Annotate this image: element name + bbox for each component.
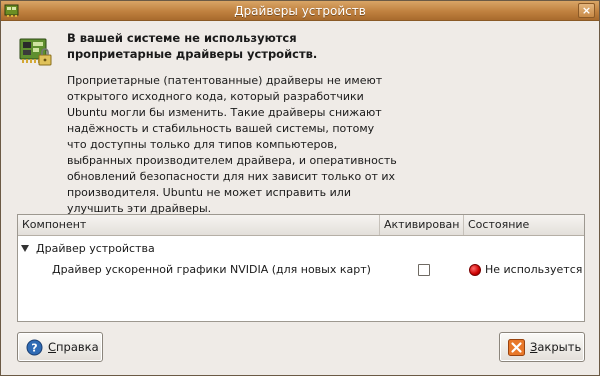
heading: В вашей системе не используются проприет… xyxy=(67,30,427,62)
expander-triangle-icon[interactable] xyxy=(21,245,29,252)
activated-checkbox[interactable] xyxy=(418,264,430,276)
help-button-label: Справка xyxy=(48,340,99,354)
heading-line-1: В вашей системе не используются xyxy=(67,31,297,45)
column-header-status[interactable]: Состояние xyxy=(464,215,584,235)
table-row[interactable]: Драйвер ускоренной графики NVIDIA (для н… xyxy=(18,259,584,281)
close-icon xyxy=(508,339,525,356)
driver-name: Драйвер ускоренной графики NVIDIA (для н… xyxy=(52,263,371,276)
hardware-card-icon xyxy=(19,38,52,66)
description-text: Проприетарные (патентованные) драйверы н… xyxy=(67,74,397,215)
driver-dialog-window: Драйверы устройств × В вашей системе не … xyxy=(0,0,600,376)
table-group-row[interactable]: Драйвер устройства xyxy=(18,239,584,259)
status-text: Не используется xyxy=(485,263,583,276)
close-button[interactable]: Закрыть xyxy=(499,332,585,362)
help-button[interactable]: ? Справка xyxy=(17,332,103,362)
heading-line-2: проприетарные драйверы устройств. xyxy=(67,47,318,61)
table-header: Компонент Активирован Состояние xyxy=(18,215,584,236)
close-window-button[interactable]: × xyxy=(578,3,595,18)
window-title: Драйверы устройств xyxy=(234,4,366,18)
help-icon: ? xyxy=(26,339,43,356)
svg-text:?: ? xyxy=(31,342,37,355)
group-label: Драйвер устройства xyxy=(36,242,155,255)
help-label-rest: правка xyxy=(56,340,99,354)
titlebar[interactable]: Драйверы устройств × xyxy=(1,1,599,21)
status-red-dot-icon xyxy=(469,264,481,276)
column-header-activated[interactable]: Активирован xyxy=(380,215,464,235)
help-mnemonic: С xyxy=(48,340,57,354)
close-label-rest: акрыть xyxy=(537,340,582,354)
drivers-table[interactable]: Компонент Активирован Состояние Драйвер … xyxy=(17,214,585,322)
column-header-component[interactable]: Компонент xyxy=(18,215,380,235)
close-button-label: Закрыть xyxy=(530,340,581,354)
